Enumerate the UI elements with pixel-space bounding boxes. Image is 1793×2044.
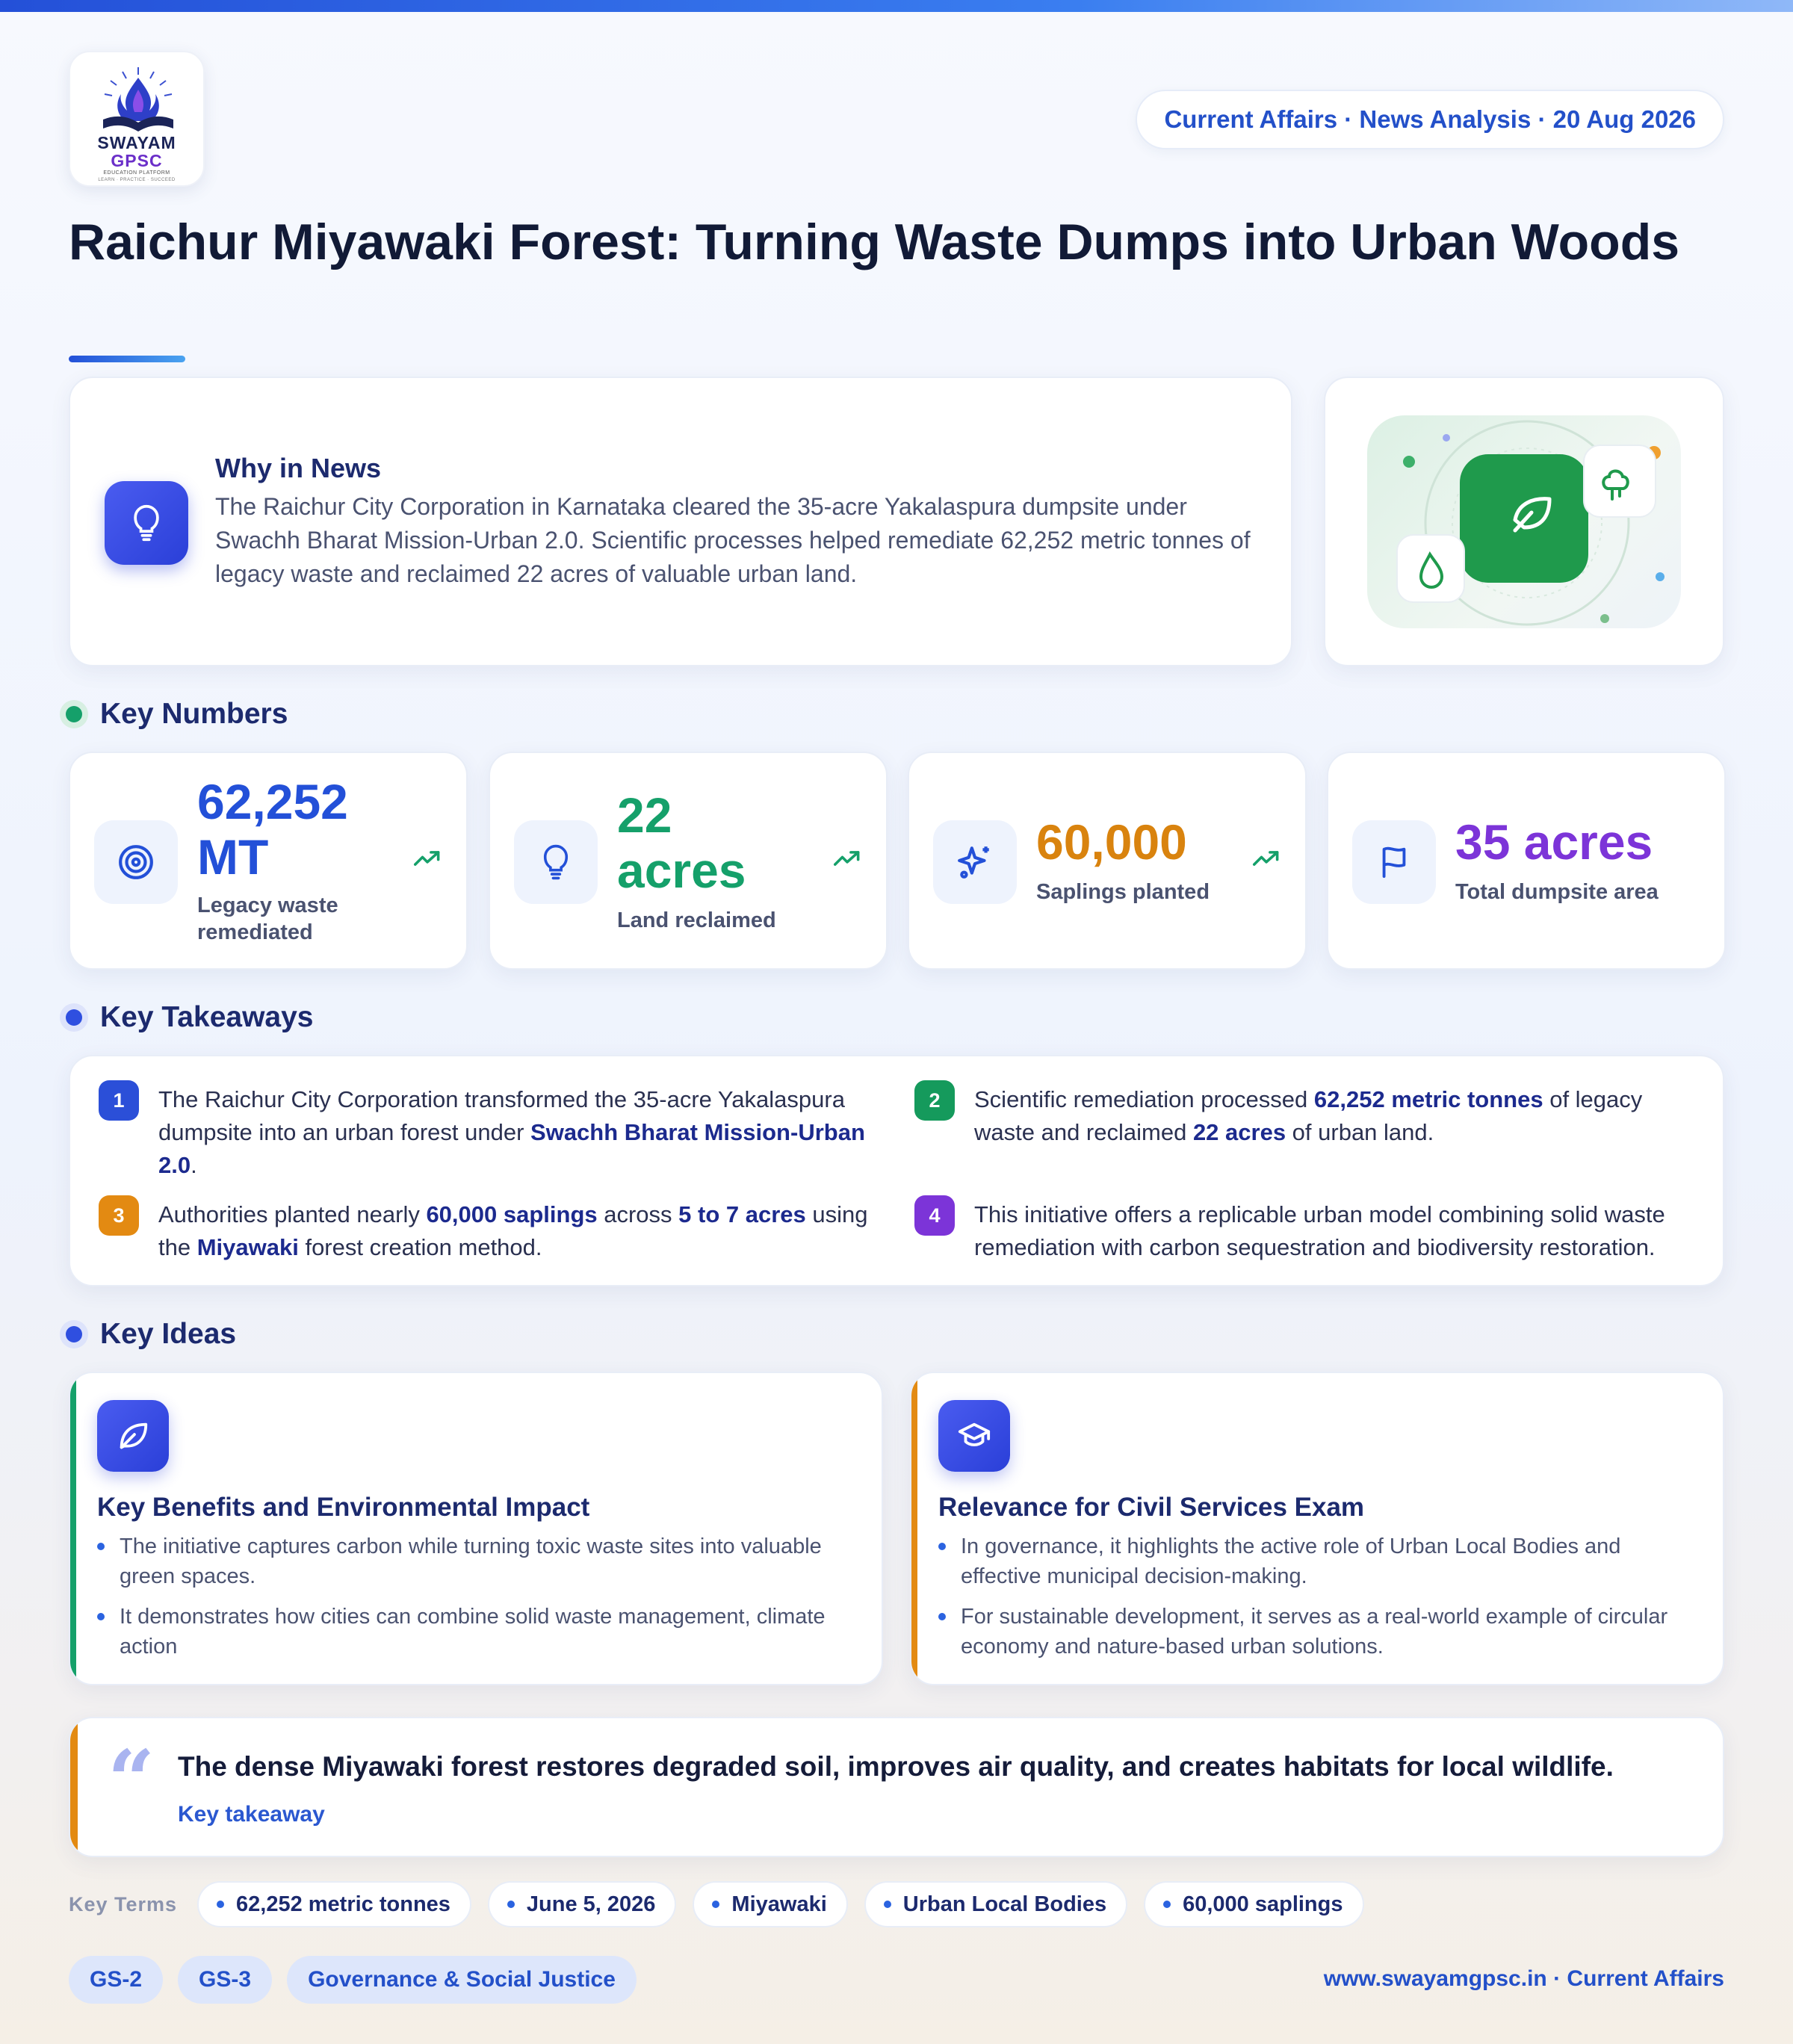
logo-flame-book-icon: [103, 67, 173, 131]
stat-label: Land reclaimed: [617, 908, 776, 932]
takeaway-number-badge: 2: [914, 1080, 955, 1121]
sparkles-icon: [933, 820, 1017, 904]
key-term-chip[interactable]: Urban Local Bodies: [864, 1881, 1128, 1927]
swayam-gpsc-logo[interactable]: SWAYAM GPSC EDUCATION PLATFORM LEARN · P…: [69, 51, 205, 187]
section-heading-key-numbers: Key Numbers: [66, 698, 288, 731]
graduation-cap-icon: [938, 1400, 1010, 1472]
takeaway-item: 1 The Raichur City Corporation transform…: [99, 1080, 883, 1182]
stat-value: 62,252: [197, 774, 348, 829]
takeaway-item: 2 Scientific remediation processed 62,25…: [914, 1080, 1699, 1149]
idea-point: It demonstrates how cities can combine s…: [97, 1602, 852, 1661]
stat-value: 35 acres: [1455, 814, 1653, 870]
stat-card-legacy-waste: 62,252 MT Legacy waste remediated: [69, 752, 468, 970]
card-accent-stripe: [70, 1373, 76, 1684]
quote-card: “ The dense Miyawaki forest restores deg…: [69, 1717, 1724, 1857]
section-heading-key-takeaways: Key Takeaways: [66, 1001, 313, 1034]
idea-point: The initiative captures carbon while tur…: [97, 1532, 852, 1591]
flag-icon: [1352, 820, 1436, 904]
key-terms-label: Key Terms: [69, 1893, 178, 1916]
stat-label: Total dumpsite area: [1455, 880, 1659, 904]
leaf-icon: [97, 1400, 169, 1472]
key-terms-list: 62,252 metric tonnes June 5, 2026 Miyawa…: [197, 1881, 1364, 1927]
stat-value: 22: [617, 787, 672, 843]
logo-wordmark-gpsc: GPSC: [111, 151, 163, 170]
takeaway-text: Scientific remediation processed 62,252 …: [974, 1086, 1643, 1145]
takeaway-item: 4 This initiative offers a replicable ur…: [914, 1195, 1706, 1264]
section-title: Key Numbers: [100, 698, 288, 730]
section-title: Key Ideas: [100, 1318, 237, 1350]
trending-up-icon: [1252, 851, 1279, 866]
key-term-chip[interactable]: 62,252 metric tonnes: [197, 1881, 471, 1927]
quote-text: The dense Miyawaki forest restores degra…: [178, 1751, 1614, 1782]
key-term-chip[interactable]: Miyawaki: [693, 1881, 848, 1927]
idea-points: In governance, it highlights the active …: [938, 1532, 1693, 1672]
takeaway-number-badge: 3: [99, 1195, 139, 1236]
why-in-news-heading: Why in News: [215, 453, 382, 483]
idea-point: For sustainable development, it serves a…: [938, 1602, 1693, 1661]
stat-card-saplings: 60,000 Saplings planted: [908, 752, 1307, 970]
logo-tagline: EDUCATION PLATFORM: [103, 170, 170, 176]
key-takeaways-card: 1 The Raichur City Corporation transform…: [69, 1055, 1724, 1286]
footer-website-link[interactable]: www.swayamgpsc.in · Current Affairs: [1324, 1966, 1724, 1992]
idea-card-civil-services: Relevance for Civil Services Exam In gov…: [910, 1372, 1724, 1685]
section-heading-key-ideas: Key Ideas: [66, 1318, 236, 1351]
quote-mark-icon: “: [108, 1732, 155, 1828]
stat-value-unit: MT: [197, 829, 269, 885]
takeaway-text: This initiative offers a replicable urba…: [974, 1201, 1665, 1260]
idea-title: Relevance for Civil Services Exam: [938, 1493, 1365, 1522]
quote-source: Key takeaway: [178, 1802, 325, 1827]
key-term-chip[interactable]: June 5, 2026: [487, 1881, 677, 1927]
date-category-pill: Current Affairs · News Analysis · 20 Aug…: [1136, 90, 1724, 149]
stat-card-dumpsite-area: 35 acres Total dumpsite area: [1327, 752, 1726, 970]
stat-value: 60,000: [1036, 814, 1187, 870]
takeaway-number-badge: 4: [914, 1195, 955, 1236]
top-accent-bar: [0, 0, 1793, 12]
why-in-news-card: Why in News The Raichur City Corporation…: [69, 377, 1292, 666]
takeaway-text: The Raichur City Corporation transformed…: [158, 1086, 865, 1178]
takeaway-item: 3 Authorities planted nearly 60,000 sapl…: [99, 1195, 883, 1264]
stat-label-line2: remediated: [197, 920, 313, 944]
title-underline: [69, 356, 185, 362]
forest-illustration: [1396, 420, 1665, 626]
card-accent-stripe: [911, 1373, 917, 1684]
takeaway-number-badge: 1: [99, 1080, 139, 1121]
key-term-chip[interactable]: 60,000 saplings: [1144, 1881, 1364, 1927]
forest-illustration-card: [1324, 377, 1724, 666]
logo-wordmark-swayam: SWAYAM: [97, 133, 176, 152]
idea-points: The initiative captures carbon while tur…: [97, 1532, 852, 1672]
trending-up-icon: [413, 851, 440, 866]
idea-point: In governance, it highlights the active …: [938, 1532, 1693, 1591]
stat-label: Legacy waste: [197, 894, 338, 917]
lightbulb-icon: [514, 820, 598, 904]
stat-value-unit: acres: [617, 843, 746, 898]
syllabus-tag[interactable]: Governance & Social Justice: [287, 1956, 637, 2004]
logo-subtagline: LEARN · PRACTICE · SUCCEED: [98, 178, 176, 182]
stat-card-land-reclaimed: 22 acres Land reclaimed: [489, 752, 888, 970]
syllabus-tag[interactable]: GS-3: [178, 1956, 273, 2004]
target-icon: [94, 820, 178, 904]
why-in-news-text: The Raichur City Corporation in Karnatak…: [215, 493, 1251, 587]
page-title: Raichur Miyawaki Forest: Turning Waste D…: [69, 214, 1680, 270]
lightbulb-icon: [105, 481, 188, 565]
card-accent-stripe: [70, 1718, 78, 1856]
syllabus-tag[interactable]: GS-2: [69, 1956, 164, 2004]
idea-title: Key Benefits and Environmental Impact: [97, 1493, 590, 1522]
stat-label: Saplings planted: [1036, 880, 1210, 904]
syllabus-tags: GS-2 GS-3 Governance & Social Justice: [69, 1956, 637, 2004]
takeaway-text: Authorities planted nearly 60,000 saplin…: [158, 1201, 868, 1260]
idea-card-benefits: Key Benefits and Environmental Impact Th…: [69, 1372, 883, 1685]
section-title: Key Takeaways: [100, 1001, 314, 1033]
trending-up-icon: [833, 851, 860, 866]
